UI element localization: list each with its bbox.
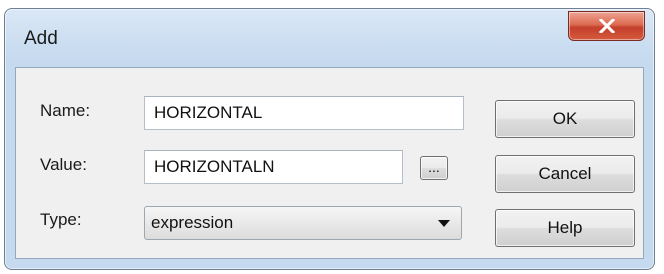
close-x-icon	[598, 19, 615, 33]
chevron-down-icon	[438, 220, 450, 227]
type-select-value: expression	[151, 213, 234, 232]
value-field[interactable]: HORIZONTALN	[144, 150, 403, 184]
name-field[interactable]: HORIZONTAL	[144, 96, 464, 130]
browse-button[interactable]: ...	[420, 156, 448, 180]
dialog-client-area: Name: HORIZONTAL Value: HORIZONTALN ... …	[15, 67, 644, 259]
name-label: Name:	[40, 101, 91, 120]
title-bar[interactable]: Add	[5, 9, 654, 67]
cancel-button[interactable]: Cancel	[495, 155, 635, 193]
dialog-title: Add	[24, 28, 58, 49]
value-label: Value:	[40, 155, 87, 174]
help-button[interactable]: Help	[495, 209, 635, 247]
type-select[interactable]: expression	[144, 206, 462, 240]
close-button[interactable]	[568, 11, 645, 41]
type-label: Type:	[40, 210, 82, 229]
ok-button[interactable]: OK	[495, 100, 635, 138]
add-dialog-window: Add Name: HORIZONTAL Value: HORIZONTALN …	[4, 8, 655, 270]
